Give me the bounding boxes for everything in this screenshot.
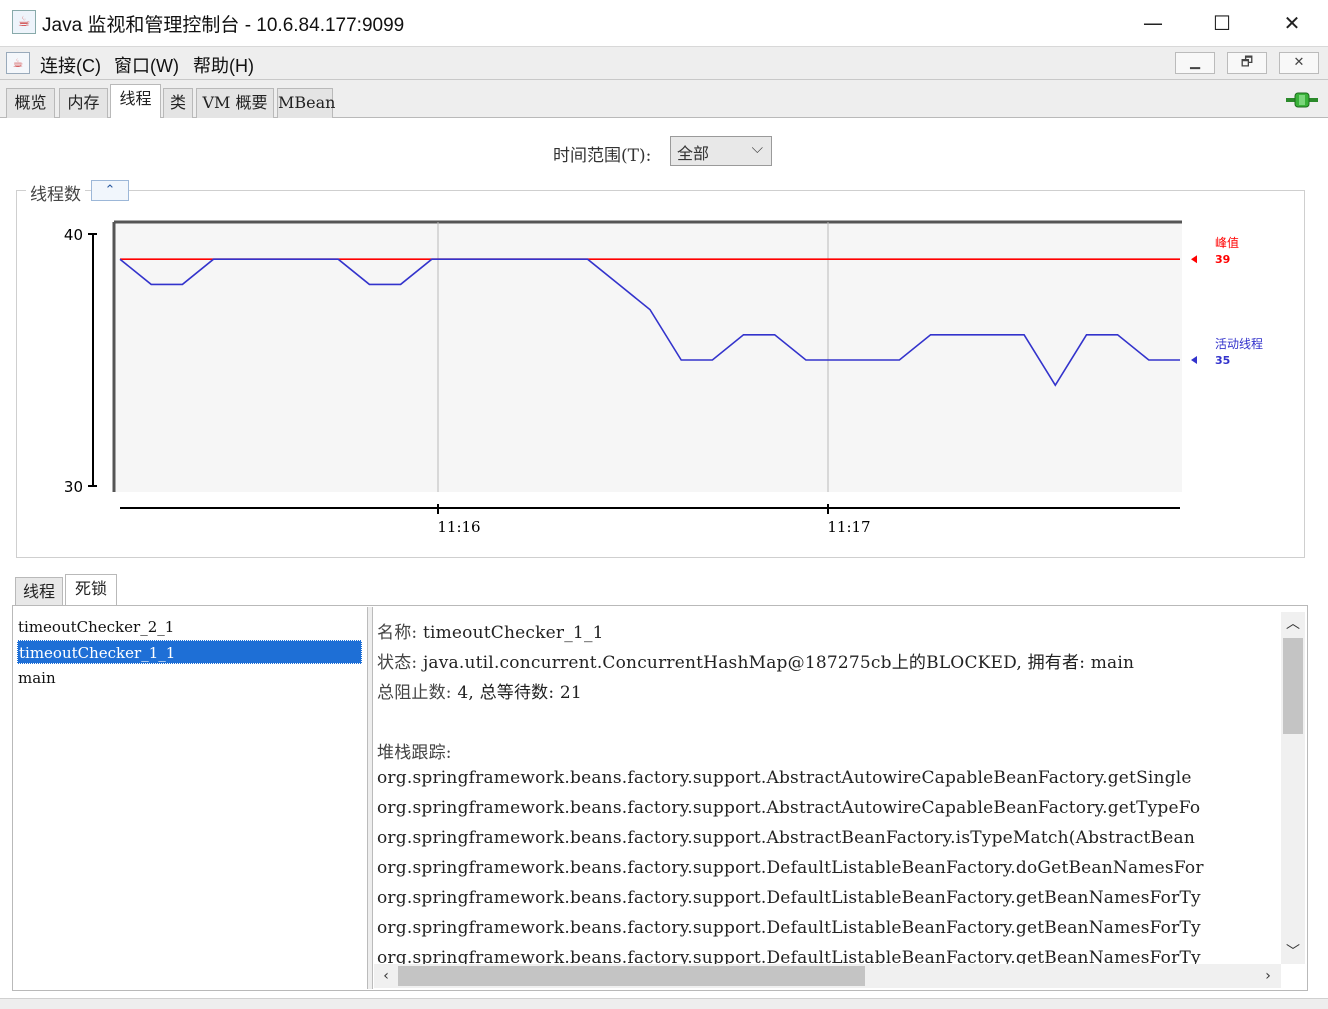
- stack-frame: org.springframework.beans.factory.suppor…: [377, 888, 1201, 908]
- thread-count-chart: 40 30 11:16 11:17 峰值 39 活动线程 35: [64, 220, 1263, 536]
- thread-list-item-selected[interactable]: timeoutChecker_1_1: [17, 640, 362, 664]
- x-tick-label: 11:17: [827, 518, 870, 536]
- name-value: timeoutChecker_1_1: [422, 623, 604, 643]
- state-value: java.util.concurrent.ConcurrentHashMap@1…: [422, 653, 1135, 673]
- counts-label: 总阻止数:: [377, 683, 452, 703]
- subtab-threads[interactable]: 线程: [15, 577, 63, 607]
- scroll-up-icon[interactable]: ︿: [1283, 614, 1303, 634]
- x-tick-label: 11:16: [437, 518, 480, 536]
- scroll-down-icon[interactable]: ﹀: [1283, 942, 1303, 962]
- state-label: 状态:: [377, 653, 418, 673]
- stack-frame: org.springframework.beans.factory.suppor…: [377, 798, 1201, 818]
- legend-peak-value: 39: [1215, 253, 1230, 266]
- legend-live-threads-name: 活动线程: [1215, 336, 1263, 351]
- scroll-right-icon[interactable]: ›: [1258, 966, 1278, 986]
- detail-counts-row: 总阻止数: 4, 总等待数: 21: [377, 678, 582, 703]
- thread-list-item[interactable]: timeoutChecker_2_1: [17, 615, 362, 639]
- stack-frame: org.springframework.beans.factory.suppor…: [377, 948, 1201, 965]
- status-bar: [0, 998, 1328, 1009]
- stack-frame: org.springframework.beans.factory.suppor…: [377, 858, 1204, 878]
- split-pane-divider[interactable]: [367, 607, 373, 989]
- stack-trace-label: 堆栈跟踪:: [377, 743, 452, 763]
- thread-list-item[interactable]: main: [17, 666, 362, 690]
- stack-frame: org.springframework.beans.factory.suppor…: [377, 828, 1195, 848]
- legend-live-threads-value: 35: [1215, 354, 1230, 367]
- name-label: 名称:: [377, 623, 418, 643]
- vertical-scroll-thumb[interactable]: [1283, 638, 1303, 734]
- legend-peak-name: 峰值: [1215, 235, 1239, 250]
- counts-value: 4, 总等待数: 21: [457, 683, 582, 703]
- subtab-deadlock[interactable]: 死锁: [65, 574, 117, 607]
- detail-state-row: 状态: java.util.concurrent.ConcurrentHashM…: [377, 648, 1134, 673]
- stack-frame: org.springframework.beans.factory.suppor…: [377, 768, 1192, 788]
- detail-name-row: 名称: timeoutChecker_1_1: [377, 618, 604, 643]
- stack-frame: org.springframework.beans.factory.suppor…: [377, 918, 1201, 938]
- thread-list[interactable]: timeoutChecker_2_1 timeoutChecker_1_1 ma…: [14, 607, 367, 989]
- y-tick-label: 40: [64, 226, 83, 244]
- thread-detail: 名称: timeoutChecker_1_1 状态: java.util.con…: [374, 607, 1280, 965]
- peak-marker: [1191, 255, 1197, 264]
- y-tick-label: 30: [64, 478, 83, 496]
- plot-area: [114, 222, 1182, 492]
- horizontal-scroll-thumb[interactable]: [398, 966, 865, 986]
- live-threads-marker: [1191, 356, 1197, 364]
- scroll-left-icon[interactable]: ‹: [376, 966, 396, 986]
